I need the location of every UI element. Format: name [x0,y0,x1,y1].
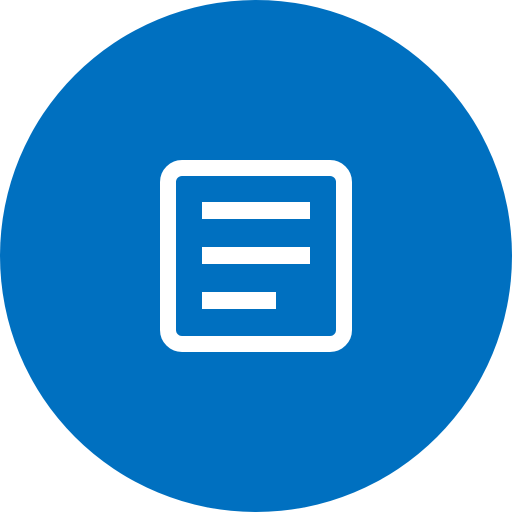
app-icon [0,0,512,512]
document-line-1 [202,202,310,219]
document-line-3 [202,292,276,309]
document-icon [160,160,352,352]
document-line-2 [202,247,310,264]
